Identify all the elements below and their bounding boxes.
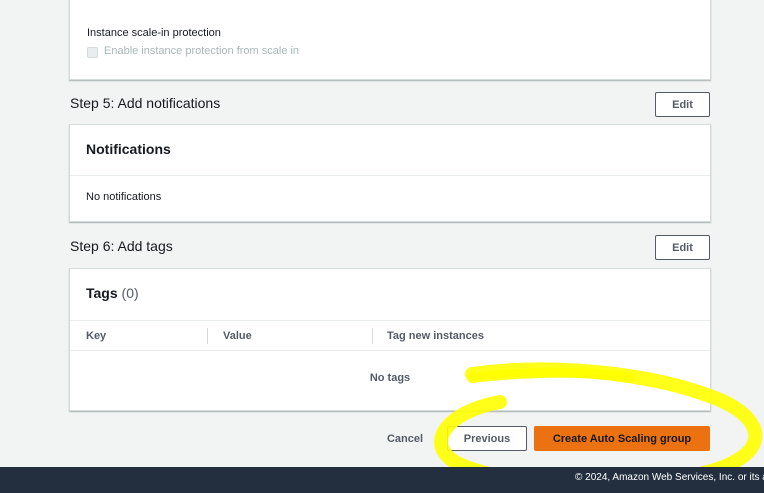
notifications-empty-text: No notifications bbox=[86, 191, 162, 203]
notifications-card-title: Notifications bbox=[86, 141, 171, 157]
notifications-card: Notifications No notifications bbox=[69, 124, 711, 222]
step6-edit-button[interactable]: Edit bbox=[655, 235, 710, 260]
tags-card: Tags (0) Key Value Tag new instances No … bbox=[69, 268, 711, 411]
cancel-button[interactable]: Cancel bbox=[377, 426, 433, 451]
step5-title: Step 5: Add notifications bbox=[70, 95, 221, 111]
column-header-tag-new-instances[interactable]: Tag new instances bbox=[387, 330, 484, 342]
tags-empty-text: No tags bbox=[369, 372, 411, 384]
previous-button[interactable]: Previous bbox=[447, 426, 527, 451]
scale-in-protection-label: Instance scale-in protection bbox=[87, 27, 221, 39]
column-header-key[interactable]: Key bbox=[86, 330, 106, 342]
scale-in-protection-checkbox[interactable] bbox=[87, 47, 98, 58]
step6-title: Step 6: Add tags bbox=[70, 238, 173, 254]
tags-table-header: Key Value Tag new instances bbox=[70, 320, 710, 351]
footer-copyright: © 2024, Amazon Web Services, Inc. or its… bbox=[575, 472, 764, 483]
column-header-value[interactable]: Value bbox=[223, 330, 252, 342]
column-separator bbox=[372, 328, 373, 344]
console-footer: © 2024, Amazon Web Services, Inc. or its… bbox=[0, 467, 764, 493]
step5-edit-button[interactable]: Edit bbox=[655, 92, 710, 117]
notifications-divider bbox=[70, 175, 710, 176]
tags-card-title: Tags (0) bbox=[86, 285, 139, 301]
tags-title-text: Tags bbox=[86, 285, 118, 301]
tags-count: (0) bbox=[121, 285, 139, 301]
scale-in-protection-checkbox-label: Enable instance protection from scale in bbox=[104, 45, 300, 57]
scale-in-protection-card: Instance scale-in protection Enable inst… bbox=[69, 0, 711, 80]
create-auto-scaling-group-button[interactable]: Create Auto Scaling group bbox=[534, 426, 710, 451]
column-separator bbox=[207, 328, 208, 344]
